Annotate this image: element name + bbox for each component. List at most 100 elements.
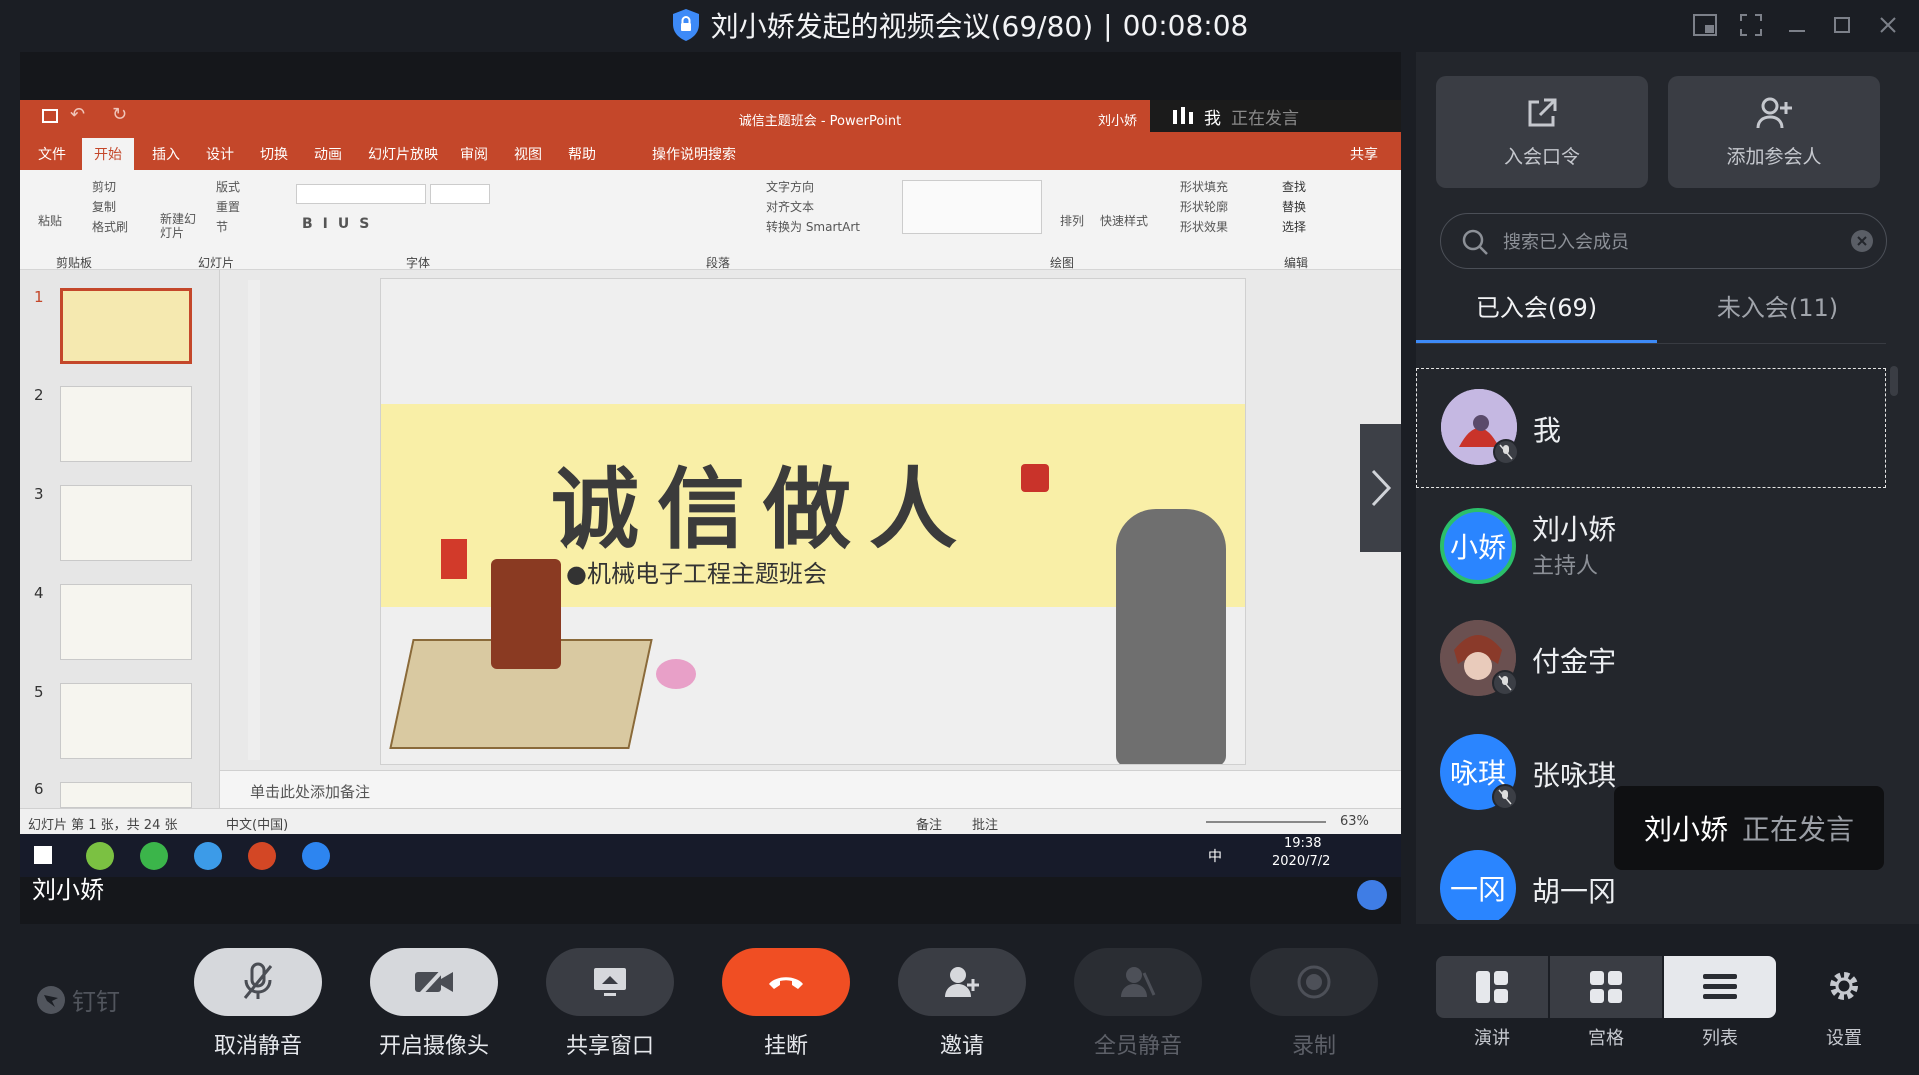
maximize-icon[interactable] — [1827, 10, 1857, 40]
windows-start-icon — [34, 846, 52, 864]
member-list-scrollbar[interactable] — [1890, 366, 1898, 396]
thumb-number: 4 — [34, 584, 44, 602]
external-link-icon — [1528, 98, 1557, 126]
avatar: 小娇 — [1440, 508, 1516, 584]
ribbon-shape-outline: 形状轮廓 — [1180, 200, 1229, 214]
ribbon-replace: 替换 — [1282, 200, 1307, 214]
confucius-statue — [1116, 509, 1226, 764]
slide-thumb — [60, 782, 192, 808]
speaker-toast-text: 正在发言 — [1742, 813, 1855, 846]
record-button[interactable] — [1250, 948, 1378, 1016]
member-row[interactable]: 付金宇 — [1416, 608, 1886, 728]
tab-divider — [1416, 343, 1886, 344]
group-font: 字体 — [406, 256, 431, 270]
speaker-view-icon — [1476, 971, 1508, 1003]
hangup-label: 挂断 — [763, 1034, 808, 1059]
member-name: 付金宇 — [1532, 645, 1617, 678]
meeting-title-area: 刘小娇发起的视频会议(69/80) | 00:08:08 — [0, 0, 1919, 50]
member-name: 胡一冈 — [1532, 875, 1617, 908]
record-icon — [1297, 965, 1331, 999]
slide-thumb — [60, 386, 192, 462]
mute-all-icon — [1121, 967, 1156, 997]
mute-all-button[interactable] — [1074, 948, 1202, 1016]
speaking-indicator: 我 正在发言 — [1150, 100, 1401, 132]
share-window-label: 共享窗口 — [565, 1034, 654, 1059]
ribbon-arrange: 排列 — [1060, 214, 1085, 228]
fullscreen-icon[interactable] — [1736, 10, 1766, 40]
tab-not-joined[interactable]: 未入会(11) — [1657, 288, 1898, 328]
ppt-status-bar: 幻灯片 第 1 张，共 24 张 中文(中国) 备注 批注 63% — [20, 808, 1401, 834]
ribbon-shape-effects: 形状效果 — [1180, 220, 1229, 234]
unmute-button[interactable] — [194, 948, 322, 1016]
next-page-button[interactable] — [1360, 424, 1401, 552]
list-view-icon — [1703, 974, 1737, 999]
member-row[interactable]: 我 — [1416, 368, 1886, 488]
grid-view-icon — [1590, 971, 1622, 1003]
mic-off-icon — [1493, 439, 1519, 465]
brand-label: 钉钉 — [72, 988, 120, 1016]
lotus-illustration — [656, 659, 696, 689]
gear-icon — [1830, 972, 1858, 1000]
hangup-button[interactable] — [722, 948, 850, 1016]
unmute-label: 取消静音 — [213, 1034, 302, 1059]
thumb-number: 2 — [34, 386, 44, 404]
save-icon — [42, 109, 58, 123]
speaker-toast: 刘小娇 正在发言 — [1614, 786, 1884, 870]
ribbon-cut: 剪切 — [92, 180, 117, 194]
join-code-button[interactable]: 入会口令 — [1436, 76, 1648, 188]
brush-pot-illustration — [491, 559, 561, 669]
member-name: 我 — [1533, 414, 1562, 447]
seal-stamp — [1021, 464, 1049, 492]
tab-joined[interactable]: 已入会(69) — [1416, 288, 1657, 328]
ppt-doc-title: 诚信主题班会 - PowerPoint — [738, 114, 902, 129]
join-code-label: 入会口令 — [1503, 145, 1580, 168]
zoom-slider — [1206, 821, 1326, 823]
ribbon-new-slide: 新建幻灯片 — [160, 212, 197, 240]
font-name-box — [296, 184, 426, 204]
settings-button[interactable] — [1826, 968, 1862, 1004]
member-row[interactable]: 小娇 刘小娇 主持人 — [1416, 488, 1886, 608]
notes-pane: 单击此处添加备注 — [220, 770, 1401, 808]
invite-label: 邀请 — [939, 1034, 984, 1059]
comments-toggle: 批注 — [972, 818, 999, 833]
picture-in-picture-icon[interactable] — [1690, 10, 1720, 40]
speaker-view-label: 演讲 — [1474, 1028, 1510, 1049]
member-name: 刘小娇 — [1532, 513, 1617, 546]
clear-search-icon[interactable] — [1851, 230, 1873, 252]
mic-off-icon — [1492, 784, 1518, 810]
invite-button[interactable] — [898, 948, 1026, 1016]
ppt-user: 刘小娇 — [1098, 114, 1138, 129]
slide-subtitle: ●机械电子工程主题班会 — [566, 560, 827, 588]
ribbon-layout: 版式 — [216, 180, 241, 194]
thumb-number: 5 — [34, 683, 44, 701]
dingtalk-logo-icon — [37, 985, 65, 1014]
candle-illustration — [441, 539, 467, 579]
slide-thumb — [60, 584, 192, 660]
thumb-scrollbar[interactable] — [248, 280, 260, 760]
add-user-icon — [1756, 97, 1792, 128]
speaker-toast-name: 刘小娇 — [1643, 813, 1728, 846]
add-participant-button[interactable]: 添加参会人 — [1668, 76, 1880, 188]
group-paragraph: 段落 — [706, 256, 731, 270]
thumb-number: 6 — [34, 780, 44, 798]
minimize-icon[interactable] — [1782, 10, 1812, 40]
zoom-level: 63% — [1340, 814, 1369, 829]
taskbar-app-icon — [86, 842, 114, 870]
speaker-view-button[interactable] — [1436, 956, 1548, 1018]
group-editing: 编辑 — [1284, 256, 1309, 270]
list-view-button[interactable] — [1664, 956, 1776, 1018]
record-label: 录制 — [1291, 1034, 1336, 1059]
ribbon-tab-design: 设计 — [206, 147, 234, 163]
grid-view-button[interactable] — [1550, 956, 1662, 1018]
member-search-input[interactable]: 搜索已入会成员 — [1440, 213, 1887, 269]
taskbar-ime: 中 — [1208, 849, 1222, 865]
ribbon-quick-styles: 快速样式 — [1100, 214, 1149, 228]
mic-off-icon — [243, 962, 273, 999]
share-window-button[interactable] — [546, 948, 674, 1016]
avatar: 一冈 — [1440, 850, 1516, 920]
stage-presenter-name: 刘小娇 — [32, 876, 104, 904]
close-icon[interactable] — [1873, 10, 1903, 40]
meeting-title: 刘小娇发起的视频会议(69/80) — [710, 10, 1094, 43]
grid-view-label: 宫格 — [1588, 1028, 1624, 1049]
camera-button[interactable] — [370, 948, 498, 1016]
